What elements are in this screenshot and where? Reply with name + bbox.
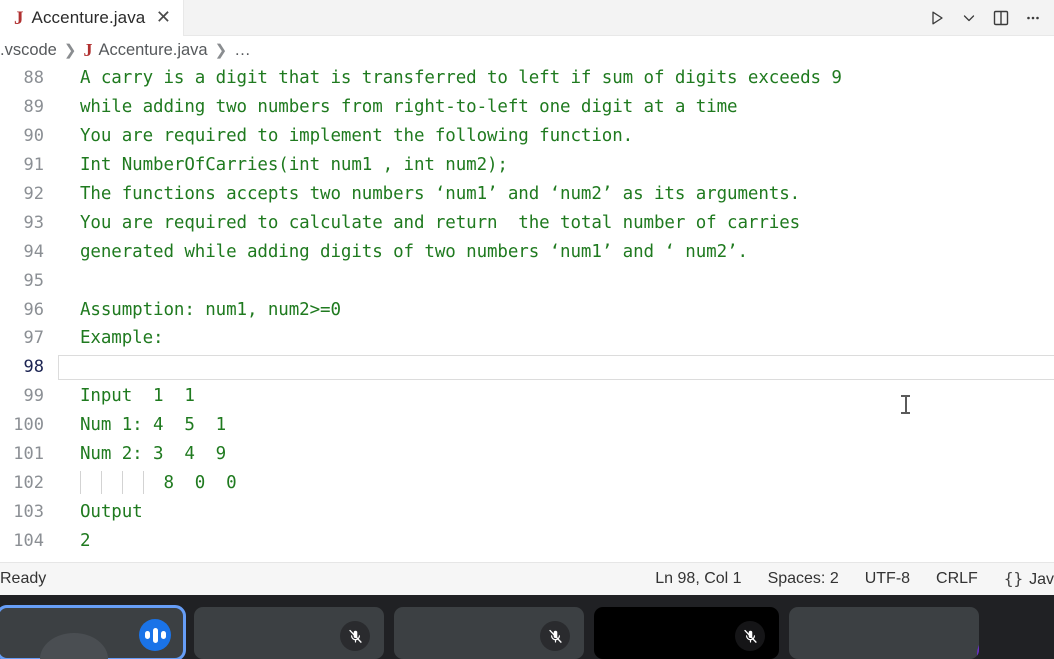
code-line-text: Int NumberOfCarries(int num1 , int num2)… [80, 155, 508, 176]
code-line[interactable]: 98 [0, 353, 1054, 382]
video-call-participant-strip [0, 595, 1054, 659]
tab-label: Accenture.java [31, 8, 146, 27]
line-number: 94 [23, 241, 44, 262]
code-line[interactable]: 102 8 0 0 [0, 468, 1054, 497]
mic-off-icon [540, 621, 570, 651]
line-number: 95 [23, 270, 44, 291]
code-line-text: generated while adding digits of two num… [80, 241, 748, 262]
code-line-text: 2 [80, 530, 91, 551]
status-language-mode[interactable]: {} Jav [991, 569, 1054, 589]
status-language-label: Jav [1029, 571, 1054, 588]
code-line[interactable]: 93 You are required to calculate and retu… [0, 208, 1054, 237]
avatar [977, 633, 979, 659]
status-bar-left: Ready [0, 570, 56, 588]
code-line[interactable]: 99 Input 1 1 [0, 382, 1054, 411]
line-number: 92 [23, 184, 44, 204]
code-line[interactable]: 91 Int NumberOfCarries(int num1 , int num… [0, 151, 1054, 180]
line-number: 100 [13, 415, 44, 436]
run-icon[interactable] [922, 3, 952, 33]
code-line-text: while adding two numbers from right-to-l… [80, 97, 738, 118]
chevron-down-icon[interactable] [954, 3, 984, 33]
code-line-text: 8 0 0 [80, 471, 237, 495]
java-file-icon: J [14, 7, 24, 29]
editor-tab-bar: J Accenture.java ✕ [0, 0, 1054, 36]
breadcrumb-separator: ❯ [63, 42, 77, 59]
code-line-text: The functions accepts two numbers ‘num1’… [80, 184, 801, 204]
line-number: 89 [23, 97, 44, 118]
line-number: 98 [23, 357, 44, 378]
participant-tile-2[interactable] [194, 607, 384, 659]
indent-guide [143, 471, 144, 495]
status-ready-label: Ready [0, 570, 47, 587]
split-editor-icon[interactable] [986, 3, 1016, 33]
code-line[interactable]: 103 Output [0, 497, 1054, 526]
code-line[interactable]: 101 Num 2: 3 4 9 [0, 440, 1054, 469]
line-number: 91 [23, 155, 44, 176]
line-number: 103 [13, 501, 44, 522]
line-number: 93 [23, 212, 44, 233]
editor-actions [922, 0, 1054, 35]
code-line[interactable]: 92 The functions accepts two numbers ‘num… [0, 180, 1054, 209]
line-number: 90 [23, 126, 44, 147]
code-lines-container: 88 A carry is a digit that is transferred… [0, 64, 1054, 555]
code-line[interactable]: 97 Example: [0, 324, 1054, 353]
code-line-text: You are required to calculate and return… [80, 212, 801, 233]
code-line[interactable]: 88 A carry is a digit that is transferred… [0, 64, 1054, 93]
code-line[interactable]: 96 Assumption: num1, num2>=0 [0, 295, 1054, 324]
code-line[interactable]: 100 Num 1: 4 5 1 [0, 411, 1054, 440]
braces-icon: {} [1003, 569, 1024, 588]
code-line-text: A carry is a digit that is transferred t… [80, 68, 842, 89]
breadcrumb-separator: ❯ [214, 42, 228, 59]
code-line-text: Num 1: 4 5 1 [80, 415, 227, 436]
code-line-text [58, 266, 1054, 295]
line-number: 96 [23, 299, 44, 320]
indent-guide [80, 471, 81, 495]
breadcrumb-item-symbol[interactable]: … [234, 41, 251, 60]
status-indentation[interactable]: Spaces: 2 [755, 570, 852, 588]
status-bar: Ready Ln 98, Col 1 Spaces: 2 UTF-8 CRLF … [0, 562, 1054, 595]
indent-guide [101, 471, 102, 495]
status-encoding[interactable]: UTF-8 [852, 570, 923, 588]
line-number: 99 [23, 386, 44, 407]
participant-tile-1[interactable] [0, 605, 186, 659]
code-editor[interactable]: 88 A carry is a digit that is transferred… [0, 64, 1054, 562]
code-line[interactable]: 104 2 [0, 526, 1054, 555]
tab-bar-empty-space [184, 0, 922, 35]
more-actions-icon[interactable] [1018, 3, 1048, 33]
status-bar-right: Ln 98, Col 1 Spaces: 2 UTF-8 CRLF {} Jav [642, 569, 1054, 589]
code-line[interactable]: 95 [0, 266, 1054, 295]
participant-tile-4[interactable] [594, 607, 779, 659]
line-number: 101 [13, 444, 44, 465]
participant-silhouette [40, 633, 108, 659]
mic-off-icon [340, 621, 370, 651]
code-line[interactable]: 89 while adding two numbers from right-to… [0, 93, 1054, 122]
indent-guide [122, 471, 123, 495]
line-number: 102 [13, 472, 44, 493]
code-line-text: Output [80, 501, 143, 522]
code-line-text: You are required to implement the follow… [80, 126, 634, 147]
code-line-text [58, 354, 1054, 380]
code-line-text: Num 2: 3 4 9 [80, 444, 227, 465]
line-number: 97 [23, 328, 44, 349]
audio-level-icon [139, 619, 171, 651]
participant-tile-5[interactable] [789, 607, 979, 659]
participant-tile-3[interactable] [394, 607, 584, 659]
code-line-text: Example: [80, 328, 164, 349]
java-file-icon: J [83, 39, 93, 60]
vscode-window: J Accenture.java ✕ .vscode ❯ J Accenture… [0, 0, 1054, 659]
code-line[interactable]: 90 You are required to implement the foll… [0, 122, 1054, 151]
tab-accenture-java[interactable]: J Accenture.java ✕ [0, 0, 185, 36]
status-line-endings[interactable]: CRLF [923, 570, 991, 588]
mic-off-icon [735, 621, 765, 651]
status-cursor-position[interactable]: Ln 98, Col 1 [642, 570, 754, 588]
line-number: 88 [23, 68, 44, 89]
breadcrumb-item-vscode[interactable]: .vscode [0, 41, 57, 60]
line-number: 104 [13, 530, 44, 551]
breadcrumb-item-accenture-java[interactable]: Accenture.java [98, 41, 207, 60]
code-line-text: Input 1 1 [80, 386, 195, 407]
close-icon[interactable]: ✕ [153, 9, 173, 27]
code-line[interactable]: 94 generated while adding digits of two n… [0, 237, 1054, 266]
breadcrumb: .vscode ❯ J Accenture.java ❯ … [0, 36, 1054, 64]
code-line-text: Assumption: num1, num2>=0 [80, 299, 341, 320]
